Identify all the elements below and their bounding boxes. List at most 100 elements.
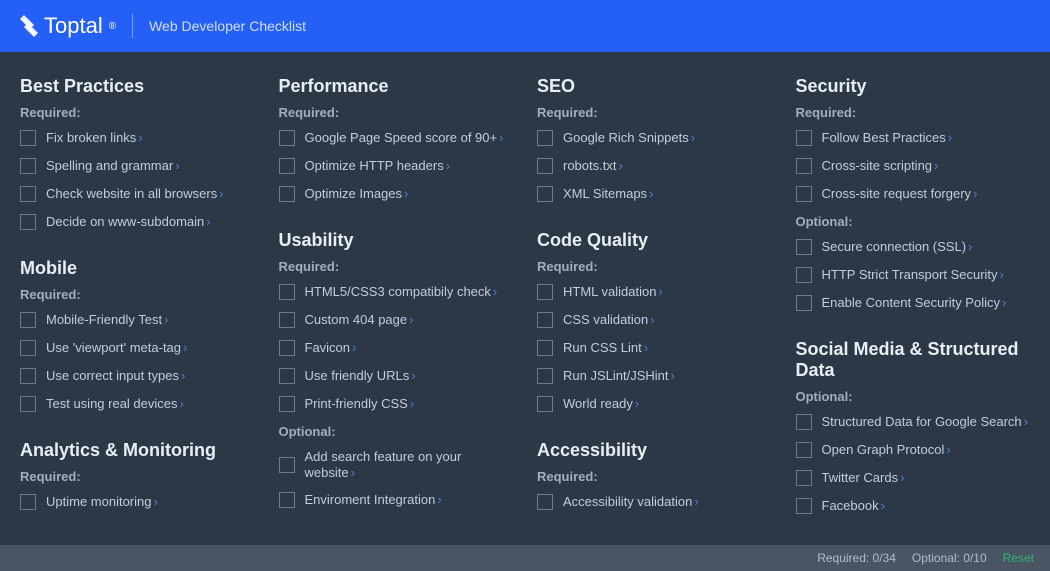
checkbox[interactable] [537,494,553,510]
checklist-item[interactable]: Cross-site scripting› [796,158,1031,174]
checkbox[interactable] [796,186,812,202]
checklist-item[interactable]: Google Page Speed score of 90+› [279,130,514,146]
checkbox[interactable] [796,130,812,146]
checklist-item[interactable]: Optimize HTTP headers› [279,158,514,174]
checkbox[interactable] [279,284,295,300]
chevron-right-icon[interactable]: › [1002,295,1006,310]
checkbox[interactable] [796,498,812,514]
checkbox[interactable] [20,368,36,384]
chevron-right-icon[interactable]: › [154,494,158,509]
checkbox[interactable] [796,158,812,174]
checklist-item[interactable]: robots.txt› [537,158,772,174]
checkbox[interactable] [796,239,812,255]
checklist-item[interactable]: Google Rich Snippets› [537,130,772,146]
checkbox[interactable] [537,396,553,412]
checkbox[interactable] [796,295,812,311]
chevron-right-icon[interactable]: › [881,498,885,513]
checkbox[interactable] [20,494,36,510]
chevron-right-icon[interactable]: › [219,186,223,201]
chevron-right-icon[interactable]: › [618,158,622,173]
checklist-item[interactable]: Run JSLint/JSHint› [537,368,772,384]
chevron-right-icon[interactable]: › [138,130,142,145]
checkbox[interactable] [537,186,553,202]
checklist-item[interactable]: Use friendly URLs› [279,368,514,384]
checkbox[interactable] [796,414,812,430]
chevron-right-icon[interactable]: › [411,368,415,383]
checklist-item[interactable]: Use 'viewport' meta-tag› [20,340,255,356]
checkbox[interactable] [279,396,295,412]
checklist-item[interactable]: Test using real devices› [20,396,255,412]
chevron-right-icon[interactable]: › [671,368,675,383]
checkbox[interactable] [20,396,36,412]
chevron-right-icon[interactable]: › [164,312,168,327]
checkbox[interactable] [796,470,812,486]
chevron-right-icon[interactable]: › [183,340,187,355]
checkbox[interactable] [279,158,295,174]
checklist-item[interactable]: Secure connection (SSL)› [796,239,1031,255]
checkbox[interactable] [796,442,812,458]
checklist-item[interactable]: XML Sitemaps› [537,186,772,202]
chevron-right-icon[interactable]: › [493,284,497,299]
checkbox[interactable] [279,368,295,384]
chevron-right-icon[interactable]: › [175,158,179,173]
checkbox[interactable] [20,340,36,356]
chevron-right-icon[interactable]: › [1000,267,1004,282]
chevron-right-icon[interactable]: › [900,470,904,485]
chevron-right-icon[interactable]: › [352,340,356,355]
chevron-right-icon[interactable]: › [404,186,408,201]
checklist-item[interactable]: Facebook› [796,498,1031,514]
checklist-item[interactable]: HTML validation› [537,284,772,300]
checklist-item[interactable]: HTML5/CSS3 compatibily check› [279,284,514,300]
chevron-right-icon[interactable]: › [409,312,413,327]
checklist-item[interactable]: Fix broken links› [20,130,255,146]
checklist-item[interactable]: Enviroment Integration› [279,492,514,508]
chevron-right-icon[interactable]: › [1024,414,1028,429]
chevron-right-icon[interactable]: › [934,158,938,173]
checkbox[interactable] [537,312,553,328]
chevron-right-icon[interactable]: › [973,186,977,201]
checklist-item[interactable]: Structured Data for Google Search› [796,414,1031,430]
checklist-item[interactable]: Open Graph Protocol› [796,442,1031,458]
checklist-item[interactable]: HTTP Strict Transport Security› [796,267,1031,283]
checklist-item[interactable]: Print-friendly CSS› [279,396,514,412]
checklist-item[interactable]: Accessibility validation› [537,494,772,510]
chevron-right-icon[interactable]: › [694,494,698,509]
checklist-item[interactable]: Mobile-Friendly Test› [20,312,255,328]
checkbox[interactable] [20,130,36,146]
checkbox[interactable] [20,186,36,202]
checkbox[interactable] [537,284,553,300]
checkbox[interactable] [537,130,553,146]
checkbox[interactable] [279,186,295,202]
checklist-item[interactable]: World ready› [537,396,772,412]
checklist-item[interactable]: CSS validation› [537,312,772,328]
checkbox[interactable] [20,312,36,328]
checklist-item[interactable]: Enable Content Security Policy› [796,295,1031,311]
checklist-item[interactable]: Optimize Images› [279,186,514,202]
chevron-right-icon[interactable]: › [635,396,639,411]
checkbox[interactable] [20,214,36,230]
chevron-right-icon[interactable]: › [446,158,450,173]
chevron-right-icon[interactable]: › [968,239,972,254]
checklist-item[interactable]: Follow Best Practices› [796,130,1031,146]
checkbox[interactable] [279,492,295,508]
chevron-right-icon[interactable]: › [351,465,355,480]
reset-button[interactable]: Reset [1003,551,1034,565]
checkbox[interactable] [279,457,295,473]
checklist-item[interactable]: Decide on www-subdomain› [20,214,255,230]
checklist-item[interactable]: Run CSS Lint› [537,340,772,356]
chevron-right-icon[interactable]: › [691,130,695,145]
checklist-item[interactable]: Uptime monitoring› [20,494,255,510]
checklist-item[interactable]: Check website in all browsers› [20,186,255,202]
chevron-right-icon[interactable]: › [948,130,952,145]
chevron-right-icon[interactable]: › [499,130,503,145]
checklist-item[interactable]: Use correct input types› [20,368,255,384]
chevron-right-icon[interactable]: › [180,396,184,411]
brand-logo[interactable]: Toptal ® [20,13,116,39]
checkbox[interactable] [279,312,295,328]
chevron-right-icon[interactable]: › [644,340,648,355]
checklist-item[interactable]: Add search feature on your website› [279,449,514,480]
checklist-item[interactable]: Cross-site request forgery› [796,186,1031,202]
chevron-right-icon[interactable]: › [658,284,662,299]
chevron-right-icon[interactable]: › [181,368,185,383]
checkbox[interactable] [537,368,553,384]
